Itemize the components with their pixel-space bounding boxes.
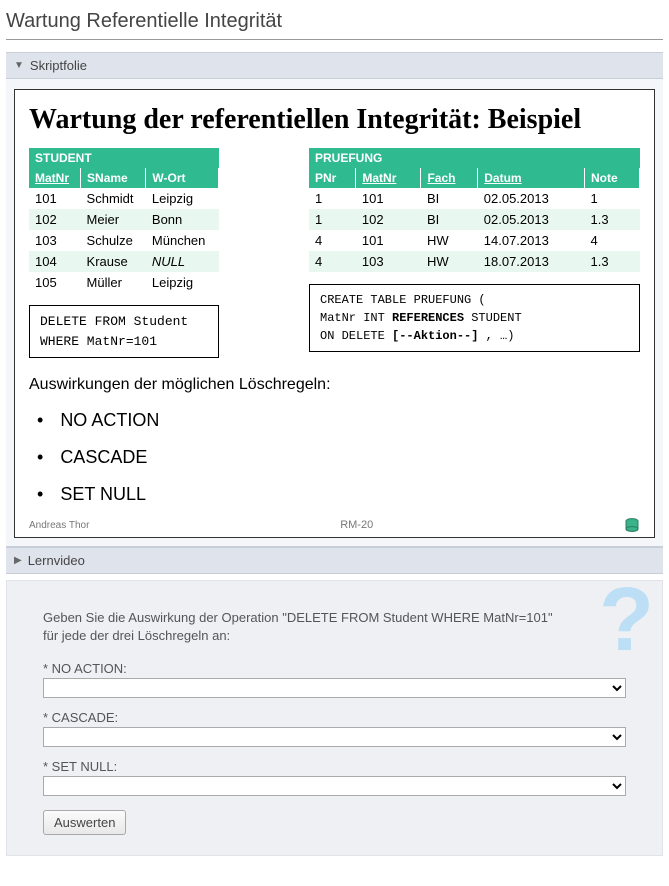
slide-title: Wartung der referentiellen Integrität: B… — [29, 104, 640, 136]
table-row: 101SchmidtLeipzig — [29, 188, 219, 209]
chevron-down-icon: ▼ — [14, 60, 24, 71]
table-row: 4101HW14.07.20134 — [309, 230, 640, 251]
question-mark-icon: ? — [599, 575, 654, 665]
evaluate-button[interactable]: Auswerten — [43, 810, 126, 835]
select-cascade[interactable] — [43, 727, 626, 747]
bullet-list: NO ACTION CASCADE SET NULL — [29, 402, 640, 513]
table-row: 103SchulzeMünchen — [29, 230, 219, 251]
chevron-right-icon: ▶ — [14, 555, 22, 566]
panel-lernvideo-header[interactable]: ▶ Lernvideo — [6, 547, 663, 574]
panel-skriptfolie-header[interactable]: ▼ Skriptfolie — [6, 52, 663, 79]
table-row: 1101BI02.05.20131 — [309, 188, 640, 209]
pruefung-caption: PRUEFUNG — [309, 148, 640, 168]
slide-page: RM-20 — [89, 519, 624, 531]
exercise-prompt: Geben Sie die Auswirkung der Operation "… — [43, 609, 563, 645]
page-title: Wartung Referentielle Integrität — [6, 6, 663, 40]
pruefung-th-note: Note — [585, 168, 640, 188]
pruefung-th-matnr: MatNr — [356, 168, 421, 188]
pruefung-th-fach: Fach — [421, 168, 478, 188]
select-noaction[interactable] — [43, 678, 626, 698]
table-row: 102MeierBonn — [29, 209, 219, 230]
slide-author: Andreas Thor — [29, 520, 89, 531]
sql-delete-box: DELETE FROM Student WHERE MatNr=101 — [29, 305, 219, 358]
panel-skriptfolie-label: Skriptfolie — [30, 58, 87, 73]
pruefung-table: PRUEFUNG PNr MatNr Fach Datum Note 1101B… — [309, 148, 640, 272]
sql-create-box: CREATE TABLE PRUEFUNG ( MatNr INT REFERE… — [309, 284, 640, 352]
student-th-wort: W-Ort — [146, 168, 219, 188]
select-setnull[interactable] — [43, 776, 626, 796]
table-row: 104KrauseNULL — [29, 251, 219, 272]
label-setnull: * SET NULL: — [43, 759, 626, 774]
table-row: 4103HW18.07.20131.3 — [309, 251, 640, 272]
slide: Wartung der referentiellen Integrität: B… — [14, 89, 655, 538]
student-caption: STUDENT — [29, 148, 219, 168]
bullet-setnull: SET NULL — [37, 476, 640, 513]
student-th-matnr: MatNr — [29, 168, 81, 188]
label-cascade: * CASCADE: — [43, 710, 626, 725]
pruefung-th-datum: Datum — [478, 168, 585, 188]
student-th-sname: SName — [81, 168, 146, 188]
label-noaction: * NO ACTION: — [43, 661, 626, 676]
table-row: 1102BI02.05.20131.3 — [309, 209, 640, 230]
table-row: 105MüllerLeipzig — [29, 272, 219, 293]
database-icon — [624, 517, 640, 533]
exercise-box: ? Geben Sie die Auswirkung der Operation… — [6, 580, 663, 856]
student-table: STUDENT MatNr SName W-Ort 101SchmidtLeip… — [29, 148, 219, 293]
impact-heading: Auswirkungen der möglichen Löschregeln: — [29, 376, 640, 394]
bullet-cascade: CASCADE — [37, 439, 640, 476]
pruefung-th-pnr: PNr — [309, 168, 356, 188]
panel-lernvideo-label: Lernvideo — [28, 553, 85, 568]
bullet-noaction: NO ACTION — [37, 402, 640, 439]
